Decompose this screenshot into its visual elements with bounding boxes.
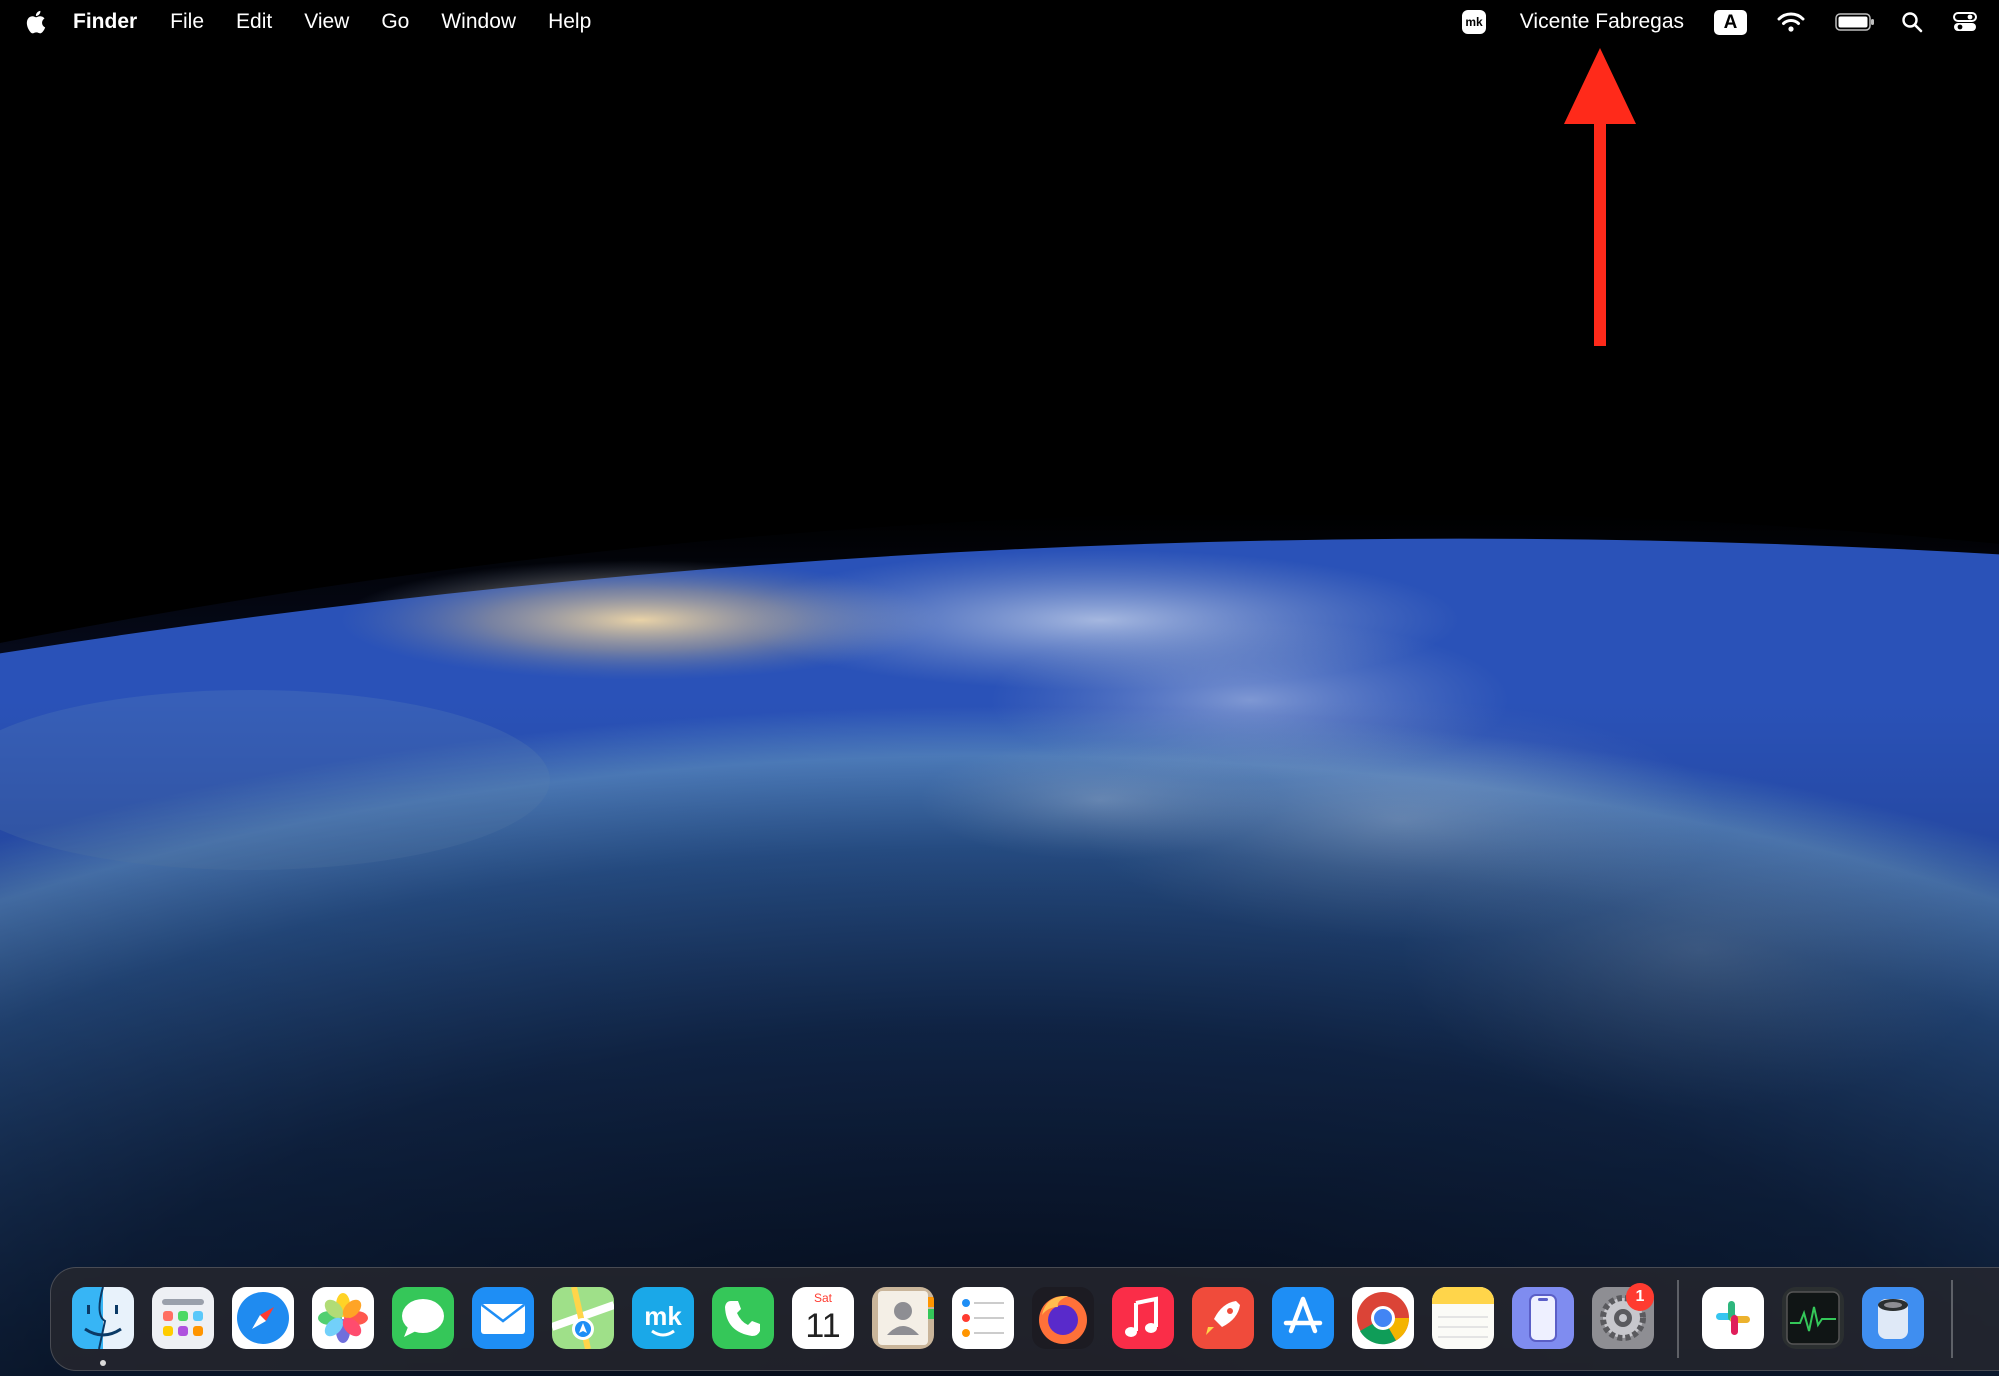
user-name-menu[interactable]: Vicente Fabregas bbox=[1520, 10, 1684, 34]
dock-separator bbox=[1677, 1280, 1679, 1358]
activity-monitor-icon bbox=[1782, 1287, 1844, 1349]
menu-bar: Finder File Edit View Go Window Help mk … bbox=[0, 0, 1999, 44]
contacts-icon bbox=[872, 1287, 934, 1349]
apple-logo-icon[interactable] bbox=[23, 9, 47, 35]
dock-app-finder[interactable] bbox=[72, 1287, 134, 1349]
menu-window[interactable]: Window bbox=[441, 0, 516, 44]
rocket-icon bbox=[1192, 1287, 1254, 1349]
menu-go[interactable]: Go bbox=[381, 0, 409, 44]
messages-icon bbox=[392, 1287, 454, 1349]
mk-app-icon[interactable]: mk bbox=[1461, 9, 1487, 35]
spotlight-search-icon[interactable] bbox=[1901, 11, 1923, 33]
dock-app-safari[interactable] bbox=[232, 1287, 294, 1349]
photos-icon bbox=[312, 1287, 374, 1349]
mail-icon bbox=[472, 1287, 534, 1349]
input-source-indicator[interactable]: A bbox=[1714, 9, 1747, 35]
annotation-arrow bbox=[1564, 48, 1636, 346]
firefox-icon bbox=[1032, 1287, 1094, 1349]
menu-bar-status-area: mk Vicente Fabregas A bbox=[1461, 0, 1999, 44]
control-center-icon[interactable] bbox=[1953, 11, 1977, 33]
safari-icon bbox=[232, 1287, 294, 1349]
app-store-icon bbox=[1272, 1287, 1334, 1349]
dock-app-contacts[interactable] bbox=[872, 1287, 934, 1349]
svg-text:mk: mk bbox=[1465, 15, 1483, 29]
wifi-icon[interactable] bbox=[1777, 11, 1805, 33]
dock-app-mk[interactable]: mk bbox=[632, 1287, 694, 1349]
chrome-icon bbox=[1352, 1287, 1414, 1349]
svg-text:mk: mk bbox=[644, 1301, 682, 1331]
calendar-weekday: Sat bbox=[814, 1291, 833, 1305]
menu-bar-left: Finder File Edit View Go Window Help bbox=[0, 0, 623, 44]
menu-edit[interactable]: Edit bbox=[236, 0, 272, 44]
app-menu-finder[interactable]: Finder bbox=[73, 0, 137, 44]
battery-icon[interactable] bbox=[1835, 12, 1875, 32]
menu-view[interactable]: View bbox=[304, 0, 349, 44]
calendar-date: 11 bbox=[805, 1307, 840, 1345]
maps-icon bbox=[552, 1287, 614, 1349]
menu-help[interactable]: Help bbox=[548, 0, 591, 44]
dock-app-iphone-mirroring[interactable] bbox=[1512, 1287, 1574, 1349]
slack-icon bbox=[1702, 1287, 1764, 1349]
calendar-icon: Sat 11 bbox=[792, 1287, 854, 1349]
desktop-wallpaper bbox=[0, 0, 1999, 1376]
dock-app-storage[interactable] bbox=[1862, 1287, 1924, 1349]
dock-app-messages[interactable] bbox=[392, 1287, 454, 1349]
finder-running-indicator bbox=[100, 1360, 106, 1366]
dock-app-maps[interactable] bbox=[552, 1287, 614, 1349]
finder-icon bbox=[72, 1287, 134, 1349]
iphone-mirroring-icon bbox=[1512, 1287, 1574, 1349]
dock-app-calendar[interactable]: Sat 11 bbox=[792, 1287, 854, 1349]
menu-file[interactable]: File bbox=[170, 0, 204, 44]
dock-app-app-store[interactable] bbox=[1272, 1287, 1334, 1349]
dock-separator-trash bbox=[1951, 1280, 1953, 1358]
dock-app-reminders[interactable] bbox=[952, 1287, 1014, 1349]
dock-app-launchpad[interactable] bbox=[152, 1287, 214, 1349]
dock-app-slack[interactable] bbox=[1702, 1287, 1764, 1349]
dock-app-firefox[interactable] bbox=[1032, 1287, 1094, 1349]
dock-app-notes[interactable] bbox=[1432, 1287, 1494, 1349]
dock-app-rocketsim[interactable] bbox=[1192, 1287, 1254, 1349]
system-settings-notification-badge: 1 bbox=[1626, 1283, 1654, 1311]
music-icon bbox=[1112, 1287, 1174, 1349]
reminders-icon bbox=[952, 1287, 1014, 1349]
notes-icon bbox=[1432, 1287, 1494, 1349]
storage-icon bbox=[1862, 1287, 1924, 1349]
dock-app-music[interactable] bbox=[1112, 1287, 1174, 1349]
mk-icon: mk bbox=[632, 1287, 694, 1349]
dock-app-chrome[interactable] bbox=[1352, 1287, 1414, 1349]
dock-app-phone[interactable] bbox=[712, 1287, 774, 1349]
launchpad-icon bbox=[152, 1287, 214, 1349]
dock-app-mail[interactable] bbox=[472, 1287, 534, 1349]
dock-app-activity-monitor[interactable] bbox=[1782, 1287, 1844, 1349]
phone-icon bbox=[712, 1287, 774, 1349]
dock-app-photos[interactable] bbox=[312, 1287, 374, 1349]
